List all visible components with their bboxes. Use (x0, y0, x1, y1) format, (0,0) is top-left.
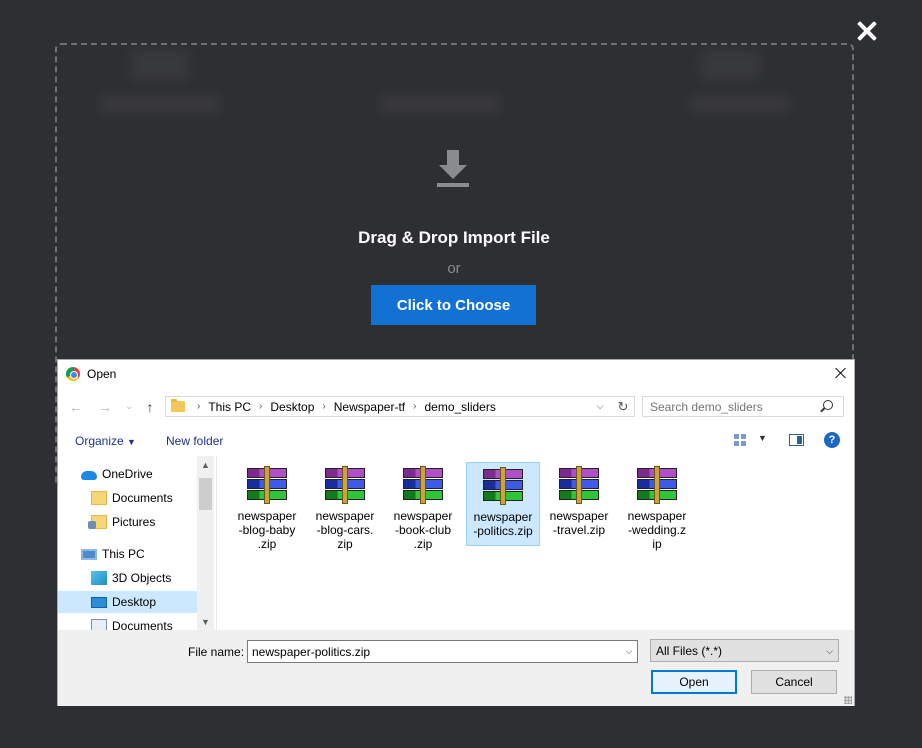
file-item[interactable]: newspaper -book-club .zip (386, 462, 460, 570)
address-chevron-down-icon[interactable]: ⌵ (591, 396, 609, 417)
new-folder-button[interactable]: New folder (166, 434, 223, 448)
folder-icon (171, 399, 185, 412)
navigation-bar: ← → ⌄ ↑ › This PC › Desktop › Newspaper-… (58, 388, 854, 424)
tree-item-onedrive[interactable]: OneDrive (81, 463, 197, 485)
archive-icon (401, 466, 445, 504)
cube-icon (91, 571, 107, 585)
cloud-icon (81, 471, 97, 480)
forward-arrow-icon[interactable]: → (97, 399, 113, 415)
tree-item-pictures[interactable]: Pictures (88, 511, 197, 533)
file-name: newspaper -wedding.z ip (627, 509, 687, 551)
navigation-scrollbar[interactable]: ▲ ▼ (197, 456, 214, 630)
tree-item-this-pc[interactable]: This PC (81, 543, 197, 565)
chrome-icon (66, 367, 80, 381)
dialog-title: Open (87, 367, 117, 381)
chevron-down-icon: ⌵ (826, 646, 833, 656)
tree-label: This PC (102, 547, 145, 561)
tree-label: Pictures (112, 515, 156, 529)
click-to-choose-button[interactable]: Click to Choose (371, 285, 536, 325)
file-item[interactable]: newspaper -travel.zip (542, 462, 616, 570)
file-name-input[interactable]: newspaper-politics.zip (247, 640, 638, 663)
file-name: newspaper -blog-cars. zip (315, 509, 375, 551)
recent-chevron-down-icon[interactable]: ⌄ (121, 401, 137, 412)
file-name: newspaper -book-club .zip (393, 509, 453, 551)
up-arrow-icon[interactable]: ↑ (142, 399, 158, 415)
open-button[interactable]: Open (651, 670, 737, 694)
chevron-right-icon: › (197, 401, 201, 412)
archive-icon (481, 467, 525, 505)
help-icon[interactable]: ? (824, 432, 840, 448)
organize-label: Organize (75, 434, 124, 448)
open-file-dialog: Open ← → ⌄ ↑ › This PC › Desktop › Newsp… (57, 359, 855, 706)
navigation-pane: OneDrive Documents Pictures This PC 3D O… (58, 456, 214, 630)
file-type-select[interactable]: All Files (*.*) ⌵ (650, 639, 839, 662)
file-name: newspaper -blog-baby .zip (237, 509, 297, 551)
tree-item-3d-objects[interactable]: 3D Objects (91, 567, 197, 589)
file-item[interactable]: newspaper -blog-cars. zip (308, 462, 382, 570)
tree-item-documents[interactable]: Documents (91, 615, 197, 630)
dialog-close-icon[interactable] (834, 366, 848, 380)
tree-label: Documents (112, 619, 173, 630)
scroll-thumb[interactable] (199, 478, 212, 510)
breadcrumb-newspaper-tf[interactable]: Newspaper-tf (330, 400, 409, 414)
preview-pane-icon[interactable] (789, 434, 804, 446)
tree-label: 3D Objects (112, 571, 172, 585)
file-name: newspaper -travel.zip (549, 509, 609, 537)
tree-item-documents[interactable]: Documents (91, 487, 197, 509)
file-list: newspaper -blog-baby .zip newspaper -blog-c… (216, 456, 854, 630)
breadcrumb-desktop[interactable]: Desktop (266, 400, 318, 414)
dialog-footer: File name: newspaper-politics.zip ⌵ All … (58, 630, 854, 706)
file-name-chevron-down-icon[interactable]: ⌵ (621, 641, 637, 662)
refresh-icon[interactable]: ↻ (611, 396, 635, 417)
back-arrow-icon[interactable]: ← (68, 399, 84, 415)
resize-grip-icon[interactable] (844, 696, 852, 704)
archive-icon (245, 466, 289, 504)
desktop-icon (91, 596, 107, 608)
archive-icon (323, 466, 367, 504)
caret-down-icon: ▼ (127, 437, 136, 447)
archive-icon (635, 466, 679, 504)
address-bar[interactable]: › This PC › Desktop › Newspaper-tf › dem… (165, 396, 635, 417)
download-icon (437, 150, 469, 187)
scroll-down-icon[interactable]: ▼ (197, 613, 214, 630)
close-icon[interactable] (854, 18, 880, 44)
breadcrumb-demo-sliders[interactable]: demo_sliders (420, 400, 499, 414)
archive-icon (557, 466, 601, 504)
pictures-icon (88, 515, 107, 529)
file-item[interactable]: newspaper -wedding.z ip (620, 462, 694, 570)
organize-menu[interactable]: Organize ▼ (75, 434, 136, 448)
folder-icon (91, 491, 107, 505)
file-item-selected[interactable]: newspaper -politics.zip (466, 462, 540, 546)
dialog-titlebar: Open (58, 360, 854, 388)
view-options-icon[interactable] (734, 434, 747, 446)
drop-title: Drag & Drop Import File (358, 228, 550, 247)
file-item[interactable]: newspaper -blog-baby .zip (230, 462, 304, 570)
or-text: or (447, 260, 461, 277)
chevron-right-icon: › (259, 401, 263, 412)
tree-label: Desktop (112, 595, 157, 609)
breadcrumb-this-pc[interactable]: This PC (204, 400, 255, 414)
search-input[interactable] (642, 396, 844, 417)
caret-down-icon[interactable]: ▼ (758, 433, 767, 443)
chevron-right-icon: › (413, 401, 417, 412)
tree-item-desktop[interactable]: Desktop (58, 591, 197, 613)
search-icon[interactable] (823, 400, 833, 410)
file-name: newspaper -politics.zip (473, 510, 533, 538)
chevron-right-icon: › (322, 401, 326, 412)
dialog-toolbar: Organize ▼ New folder ▼ ? (58, 425, 854, 455)
documents-icon (91, 619, 107, 630)
file-type-value: All Files (*.*) (656, 643, 723, 658)
cancel-button[interactable]: Cancel (751, 670, 837, 694)
file-name-label: File name: (188, 645, 245, 659)
scroll-up-icon[interactable]: ▲ (197, 456, 214, 473)
computer-icon (81, 548, 97, 560)
tree-label: Documents (112, 491, 173, 505)
tree-label: OneDrive (102, 467, 153, 481)
